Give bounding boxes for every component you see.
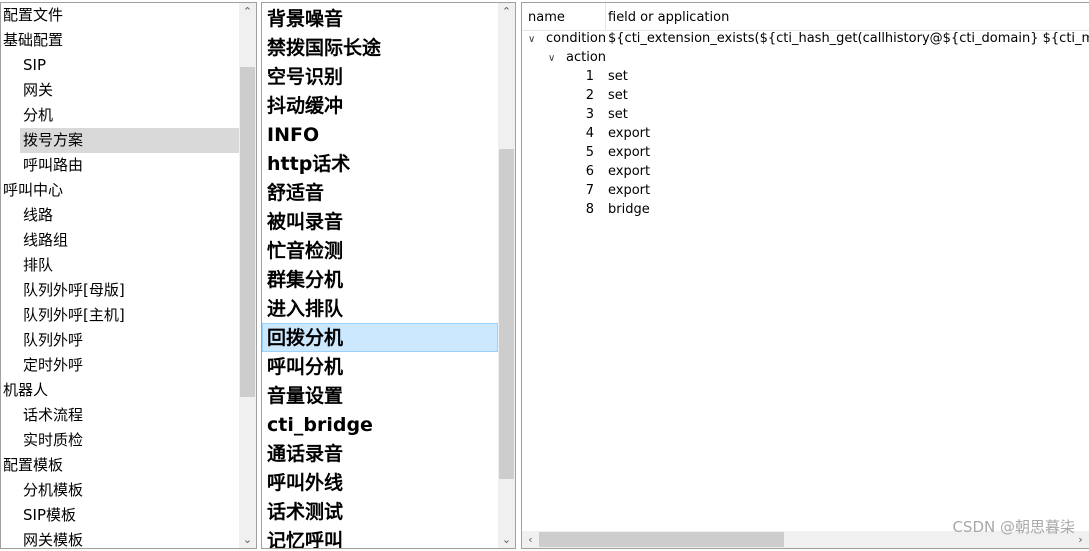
list-item[interactable]: 通话录音	[262, 439, 498, 468]
tree-item[interactable]: 配置模板	[1, 453, 239, 478]
tree-item[interactable]: 定时外呼	[1, 353, 239, 378]
column-separator[interactable]	[605, 3, 606, 31]
column-header-field[interactable]: field or application	[608, 10, 729, 25]
list-item[interactable]: 抖动缓冲	[262, 91, 498, 120]
config-tree: 配置文件 基础配置 SIP 网关 分机 拨号方案 呼叫路由 呼叫中心 线路 线路组 排队 队列外呼[母…	[1, 3, 239, 548]
tree-item[interactable]: 呼叫中心	[1, 178, 239, 203]
tree-item[interactable]: 分机	[1, 103, 239, 128]
list-item[interactable]: 回拨分机	[262, 323, 498, 352]
tree-item[interactable]: 拨号方案	[20, 128, 239, 153]
list-item[interactable]: 空号识别	[262, 62, 498, 91]
tree-item[interactable]: 队列外呼[母版]	[1, 278, 239, 303]
scroll-left-arrow-icon[interactable]: ‹	[522, 531, 539, 548]
list-item[interactable]: 音量设置	[262, 381, 498, 410]
action-application: set	[608, 88, 628, 103]
tree-item[interactable]: 网关	[1, 78, 239, 103]
condition-name: condition	[546, 31, 607, 46]
scroll-down-arrow-icon[interactable]: ⌄	[498, 531, 515, 548]
tree-item[interactable]: 分机模板	[1, 478, 239, 503]
action-number[interactable]: 6	[522, 162, 594, 181]
list-item[interactable]: 群集分机	[262, 265, 498, 294]
dialplan-list-scrollbar[interactable]: ⌃ ⌄	[498, 3, 515, 548]
condition-value: ${cti_extension_exists(${cti_hash_get(ca…	[608, 31, 1089, 46]
config-tree-scrollbar[interactable]: ⌃ ⌄	[239, 3, 256, 548]
watermark: CSDN @朝思暮柒	[952, 518, 1075, 536]
scroll-down-arrow-icon[interactable]: ⌄	[239, 531, 256, 548]
list-item[interactable]: 话术测试	[262, 497, 498, 526]
list-item[interactable]: http话术	[262, 149, 498, 178]
action-number[interactable]: 1	[522, 67, 594, 86]
action-name: action	[566, 50, 607, 65]
list-item[interactable]: INFO	[262, 120, 498, 149]
list-item[interactable]: 被叫录音	[262, 207, 498, 236]
tree-item[interactable]: SIP模板	[1, 503, 239, 528]
list-item[interactable]: 禁拨国际长途	[262, 33, 498, 62]
action-number[interactable]: 5	[522, 143, 594, 162]
list-item[interactable]: 进入排队	[262, 294, 498, 323]
tree-item[interactable]: 队列外呼[主机]	[1, 303, 239, 328]
list-item[interactable]: cti_bridge	[262, 410, 498, 439]
condition-row[interactable]: ∨ condition	[528, 29, 606, 48]
scroll-up-arrow-icon[interactable]: ⌃	[239, 3, 256, 20]
tree-item[interactable]: 基础配置	[1, 28, 239, 53]
list-item[interactable]: 呼叫分机	[262, 352, 498, 381]
tree-item[interactable]: 配置文件	[1, 3, 239, 28]
tree-item[interactable]: 话术流程	[1, 403, 239, 428]
scrollbar-thumb[interactable]	[499, 149, 514, 479]
chevron-down-icon[interactable]: ∨	[548, 49, 560, 68]
action-application: bridge	[608, 202, 650, 217]
action-row[interactable]: ∨ action	[548, 48, 606, 67]
tree-item[interactable]: 实时质检	[1, 428, 239, 453]
action-application: set	[608, 107, 628, 122]
tree-item[interactable]: 网关模板	[1, 528, 239, 548]
dialplan-list: 背景噪音 禁拨国际长途 空号识别 抖动缓冲 INFO http话术 舒适音 被叫录音 忙音检测群…	[262, 4, 498, 548]
action-application: export	[608, 183, 651, 198]
list-item[interactable]: 呼叫外线	[262, 468, 498, 497]
action-application: export	[608, 145, 651, 160]
action-number[interactable]: 8	[522, 200, 594, 219]
action-application: set	[608, 69, 628, 84]
scroll-up-arrow-icon[interactable]: ⌃	[498, 3, 515, 20]
action-number[interactable]: 2	[522, 86, 594, 105]
dialplan-detail-panel: name field or application ∨ condition ${c…	[521, 2, 1089, 549]
chevron-down-icon[interactable]: ∨	[528, 30, 540, 49]
tree-item[interactable]: 线路组	[1, 228, 239, 253]
action-number[interactable]: 4	[522, 124, 594, 143]
list-item[interactable]: 舒适音	[262, 178, 498, 207]
tree-item[interactable]: 呼叫路由	[1, 153, 239, 178]
action-application: export	[608, 126, 651, 141]
action-application: export	[608, 164, 651, 179]
action-number[interactable]: 7	[522, 181, 594, 200]
action-number[interactable]: 3	[522, 105, 594, 124]
tree-item[interactable]: 机器人	[1, 378, 239, 403]
config-tree-panel: 配置文件 基础配置 SIP 网关 分机 拨号方案 呼叫路由 呼叫中心 线路 线路组 排队 队列外呼[母…	[0, 2, 257, 549]
scrollbar-thumb[interactable]	[539, 532, 784, 547]
tree-item[interactable]: SIP	[1, 53, 239, 78]
tree-item[interactable]: 队列外呼	[1, 328, 239, 353]
tree-item[interactable]: 线路	[1, 203, 239, 228]
list-item[interactable]: 背景噪音	[262, 4, 498, 33]
list-item[interactable]: 忙音检测	[262, 236, 498, 265]
tree-header: name field or application	[522, 3, 1089, 31]
tree-item[interactable]: 排队	[1, 253, 239, 278]
dialplan-list-panel: 背景噪音 禁拨国际长途 空号识别 抖动缓冲 INFO http话术 舒适音 被叫录音 忙音检测群…	[261, 2, 516, 549]
column-header-name[interactable]: name	[528, 10, 565, 25]
scrollbar-thumb[interactable]	[240, 67, 255, 397]
list-item[interactable]: 记忆呼叫	[262, 526, 498, 548]
